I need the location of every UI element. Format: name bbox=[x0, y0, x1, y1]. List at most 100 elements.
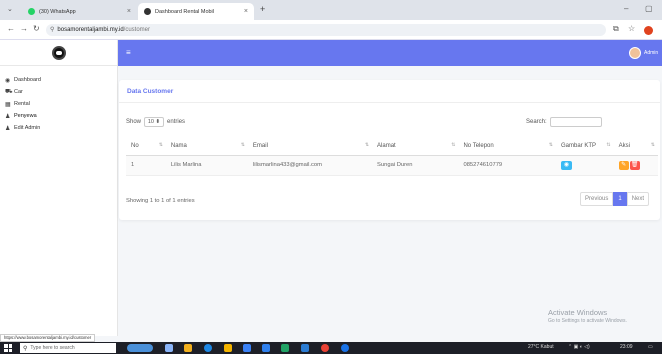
tab-close-icon[interactable]: × bbox=[244, 8, 248, 15]
taskbar-search-input[interactable]: ⚲ Type here to search bbox=[20, 343, 116, 353]
column-header-no[interactable]: No ⇅ bbox=[126, 137, 166, 156]
url-field[interactable]: ⚲ bosamorentaljambi.my.id/customer bbox=[46, 24, 606, 36]
cell-alamat: Sungai Duren bbox=[372, 155, 459, 176]
widgets-icon[interactable] bbox=[127, 344, 153, 352]
windows-taskbar: ⚲ Type here to search 27°C Kabut ⌃ ▣ ◐ ◁… bbox=[0, 342, 662, 354]
app-icon[interactable] bbox=[262, 344, 270, 352]
sort-icon: ⇅ bbox=[548, 142, 553, 148]
column-header-aksi[interactable]: Aksi ⇅ bbox=[613, 137, 658, 156]
browser-tab-bar: ⌄ (30) WhatsApp × Dashboard Rental Mobil… bbox=[0, 0, 662, 20]
tab-dashboard[interactable]: Dashboard Rental Mobil × bbox=[138, 3, 254, 20]
chrome-icon[interactable] bbox=[321, 344, 329, 352]
car-icon: ⛟ bbox=[5, 89, 13, 95]
sort-icon: ⇅ bbox=[451, 142, 456, 148]
hamburger-menu-icon[interactable]: ≡ bbox=[126, 48, 131, 57]
search-label: Search: bbox=[526, 119, 547, 125]
top-navbar: ≡ Admin bbox=[118, 40, 662, 66]
table-row: 1 Lilis Marlina lilismarlina433@gmail.co… bbox=[126, 155, 658, 176]
address-bar: ← → ↻ ⚲ bosamorentaljambi.my.id/customer … bbox=[0, 20, 662, 40]
tab-label: (30) WhatsApp bbox=[39, 8, 76, 15]
profile-avatar-icon[interactable] bbox=[644, 26, 653, 35]
main-content: Data Customer Show 10 ⬍ entries Search: … bbox=[118, 66, 662, 336]
folder-icon[interactable] bbox=[224, 344, 232, 352]
chrome-profile-icon[interactable] bbox=[341, 344, 349, 352]
column-header-email[interactable]: Email ⇅ bbox=[247, 137, 373, 156]
cell-aksi: ✎ 🗑 bbox=[613, 155, 658, 176]
activate-windows-watermark: Activate Windows Go to Settings to activ… bbox=[548, 308, 627, 324]
bookmark-star-icon[interactable]: ☆ bbox=[628, 24, 635, 33]
sidebar: ◉ Dashboard ⛟ Car ▦ Rental ♟ Penyewa ♟ E… bbox=[0, 40, 118, 336]
entries-length-control: Show 10 ⬍ entries bbox=[126, 117, 185, 127]
user-name[interactable]: Admin bbox=[644, 50, 658, 56]
minimize-icon[interactable]: – bbox=[624, 4, 628, 13]
edit-icon[interactable]: ✎ bbox=[618, 160, 629, 170]
delete-icon[interactable]: 🗑 bbox=[629, 160, 640, 170]
sidebar-item-label: Rental bbox=[14, 101, 30, 107]
watermark-subtitle: Go to Settings to activate Windows. bbox=[548, 318, 627, 324]
search-input[interactable] bbox=[549, 117, 602, 127]
translate-icon[interactable]: ⧉ bbox=[613, 24, 619, 34]
whatsapp-favicon-icon bbox=[28, 8, 35, 15]
store-icon[interactable] bbox=[243, 344, 251, 352]
column-header-telepon[interactable]: No Telepon ⇅ bbox=[458, 137, 556, 156]
entries-label: entries bbox=[167, 119, 186, 125]
site-info-icon[interactable]: ⚲ bbox=[50, 27, 54, 33]
brand[interactable] bbox=[0, 40, 117, 66]
pagination: Previous 1 Next bbox=[580, 192, 650, 206]
previous-page-button[interactable]: Previous bbox=[580, 192, 614, 206]
customer-card: Data Customer Show 10 ⬍ entries Search: … bbox=[119, 80, 660, 220]
word-icon[interactable] bbox=[301, 344, 309, 352]
sidebar-item-label: Car bbox=[14, 89, 23, 95]
cell-no: 1 bbox=[126, 155, 166, 176]
table-search: Search: bbox=[526, 117, 602, 127]
rental-icon: ▦ bbox=[5, 101, 11, 108]
sidebar-item-label: Edit Admin bbox=[14, 125, 41, 131]
sort-icon: ⇅ bbox=[240, 142, 245, 148]
notification-icon[interactable]: ▭ bbox=[648, 344, 653, 350]
reload-icon[interactable]: ↻ bbox=[33, 24, 40, 33]
sidebar-item-label: Dashboard bbox=[14, 77, 41, 83]
show-label: Show bbox=[126, 119, 142, 125]
card-divider bbox=[119, 102, 660, 103]
tab-search-icon[interactable]: ⌄ bbox=[7, 5, 13, 13]
sort-icon: ⇅ bbox=[364, 142, 370, 148]
column-header-alamat[interactable]: Alamat ⇅ bbox=[372, 137, 459, 156]
column-header-gambar-ktp[interactable]: Gambar KTP ⇅ bbox=[556, 137, 614, 156]
tab-whatsapp[interactable]: (30) WhatsApp × bbox=[22, 3, 137, 20]
weather-status[interactable]: 27°C Kabut bbox=[528, 344, 554, 350]
search-icon: ⚲ bbox=[23, 345, 28, 352]
system-tray-icons[interactable]: ⌃ ▣ ◐ ◁) bbox=[568, 344, 590, 350]
clock[interactable]: 23:09 bbox=[620, 344, 633, 350]
sort-icon: ⇅ bbox=[606, 142, 611, 148]
sidebar-item-car[interactable]: ⛟ Car bbox=[0, 86, 117, 98]
file-explorer-icon[interactable] bbox=[184, 344, 192, 352]
avatar[interactable] bbox=[629, 47, 641, 59]
view-ktp-eye-icon[interactable]: ◉ bbox=[561, 160, 572, 170]
sidebar-item-rental[interactable]: ▦ Rental bbox=[0, 98, 117, 110]
forward-icon[interactable]: → bbox=[20, 24, 28, 33]
sidebar-item-label: Penyewa bbox=[14, 113, 37, 119]
entries-select[interactable]: 10 ⬍ bbox=[144, 117, 165, 127]
task-view-icon[interactable] bbox=[165, 344, 173, 352]
back-icon[interactable]: ← bbox=[7, 24, 15, 33]
dashboard-icon: ◉ bbox=[5, 77, 11, 84]
sort-icon: ⇅ bbox=[158, 142, 163, 148]
maximize-icon[interactable]: ▢ bbox=[645, 4, 653, 13]
page-1-button[interactable]: 1 bbox=[613, 192, 627, 206]
column-header-nama[interactable]: Nama ⇅ bbox=[165, 137, 248, 156]
windows-start-icon[interactable] bbox=[4, 344, 12, 352]
url-path: /customer bbox=[123, 27, 150, 33]
sidebar-item-penyewa[interactable]: ♟ Penyewa bbox=[0, 110, 117, 122]
excel-icon[interactable] bbox=[281, 344, 289, 352]
edge-icon[interactable] bbox=[204, 344, 212, 352]
table-header-row: No ⇅ Nama ⇅ Email ⇅ Alamat ⇅ No Telepon ⇅ Gam… bbox=[126, 137, 658, 156]
sidebar-item-edit-admin[interactable]: ♟ Edit Admin bbox=[0, 122, 117, 134]
next-page-button[interactable]: Next bbox=[626, 192, 650, 206]
cell-telepon: 085274610779 bbox=[458, 155, 556, 176]
cell-email: lilismarlina433@gmail.com bbox=[247, 155, 373, 176]
sidebar-item-dashboard[interactable]: ◉ Dashboard bbox=[0, 74, 117, 86]
new-tab-button[interactable]: + bbox=[260, 4, 265, 14]
sort-icon: ⇅ bbox=[650, 142, 655, 148]
user-edit-icon: ♟ bbox=[5, 125, 11, 132]
tab-close-icon[interactable]: × bbox=[127, 8, 131, 15]
